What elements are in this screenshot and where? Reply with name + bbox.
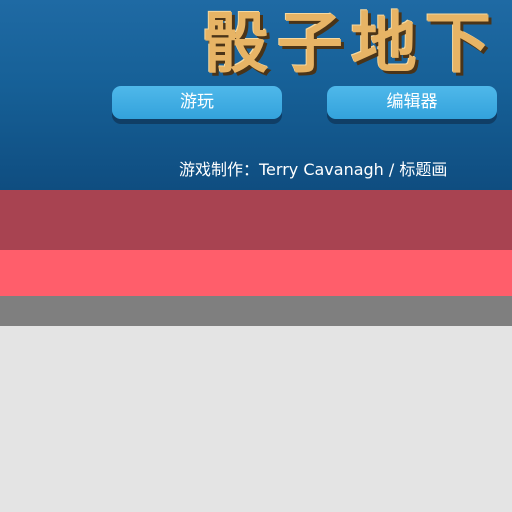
editor-button[interactable]: 编辑器 — [327, 86, 497, 119]
background-floor — [0, 326, 512, 512]
grey-band — [0, 296, 512, 326]
dark-red-band — [0, 190, 512, 250]
credits-text: 游戏制作：Terry Cavanagh / 标题画 — [179, 160, 448, 179]
game-title: 骰子地下 — [203, 5, 499, 82]
title-panel: 骰子地下 游玩 编辑器 游戏制作：Terry Cavanagh / 标题画 — [0, 0, 512, 190]
game-screen: 骰子地下 游玩 编辑器 游戏制作：Terry Cavanagh / 标题画 — [0, 0, 512, 512]
play-button[interactable]: 游玩 — [112, 86, 282, 119]
bright-red-band — [0, 250, 512, 296]
